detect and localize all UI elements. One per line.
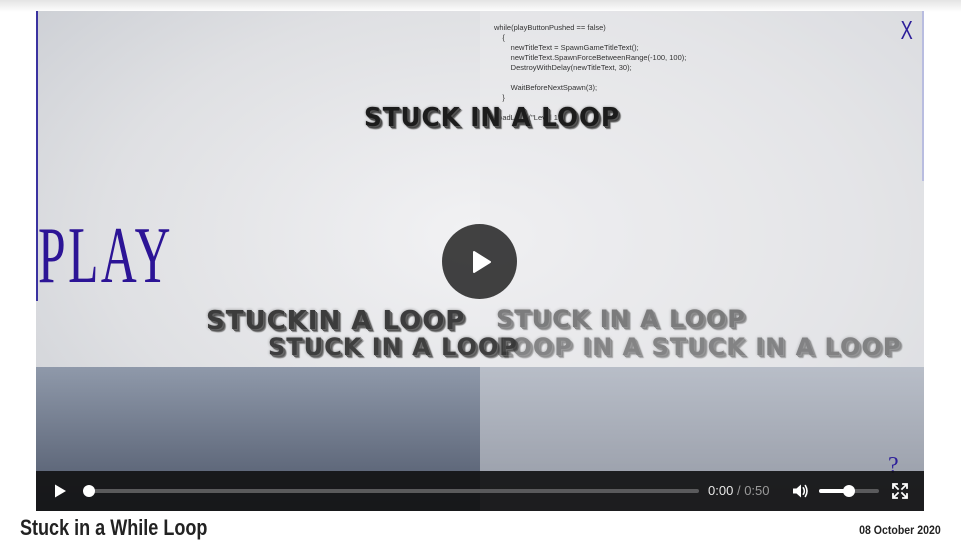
code-line: DestroyWithDelay(newTitleText, 30);	[494, 63, 632, 72]
progress-bar[interactable]	[83, 485, 699, 497]
video-controls-bar: 0:00 / 0:50	[36, 471, 924, 511]
jumbled-title-text: STUCK IN A LOOP	[268, 333, 518, 361]
big-play-button[interactable]	[442, 224, 517, 299]
video-player[interactable]: while(playButtonPushed == false) { newTi…	[36, 11, 924, 511]
jumbled-title-text: STUCK IN A LOOP	[496, 305, 746, 333]
progress-thumb[interactable]	[83, 485, 95, 497]
jumbled-title-text: LOOP IN A STUCK IN A LOOP	[496, 333, 902, 361]
play-icon	[472, 250, 491, 273]
time-separator: /	[736, 483, 741, 498]
current-time: 0:00	[708, 483, 734, 498]
volume-thumb[interactable]	[843, 485, 855, 497]
time-display: 0:00 / 0:50	[708, 483, 770, 498]
video-date: 08 October 2020	[859, 523, 941, 537]
duration-time: 0:50	[744, 483, 770, 498]
code-line: while(playButtonPushed == false)	[494, 23, 606, 32]
code-line: newTitleText.SpawnForceBetweenRange(-100…	[494, 53, 687, 62]
play-icon[interactable]	[52, 483, 68, 499]
video-title: Stuck in a While Loop	[20, 515, 208, 540]
close-x-label: X	[900, 15, 913, 45]
video-right-edge	[922, 11, 924, 181]
play-word: PLAY	[38, 212, 173, 300]
floating-title-text: STUCK IN A LOOP	[364, 103, 620, 133]
volume-slider[interactable]	[819, 485, 879, 497]
jumbled-title-text: STUCKIN A LOOP	[206, 306, 466, 336]
volume-icon[interactable]	[791, 482, 809, 500]
fullscreen-icon[interactable]	[891, 482, 909, 500]
code-line: {	[494, 33, 505, 42]
code-line: }	[494, 93, 505, 102]
code-line: newTitleText = SpawnGameTitleText();	[494, 43, 639, 52]
code-line: WaitBeforeNextSpawn(3);	[494, 83, 598, 92]
